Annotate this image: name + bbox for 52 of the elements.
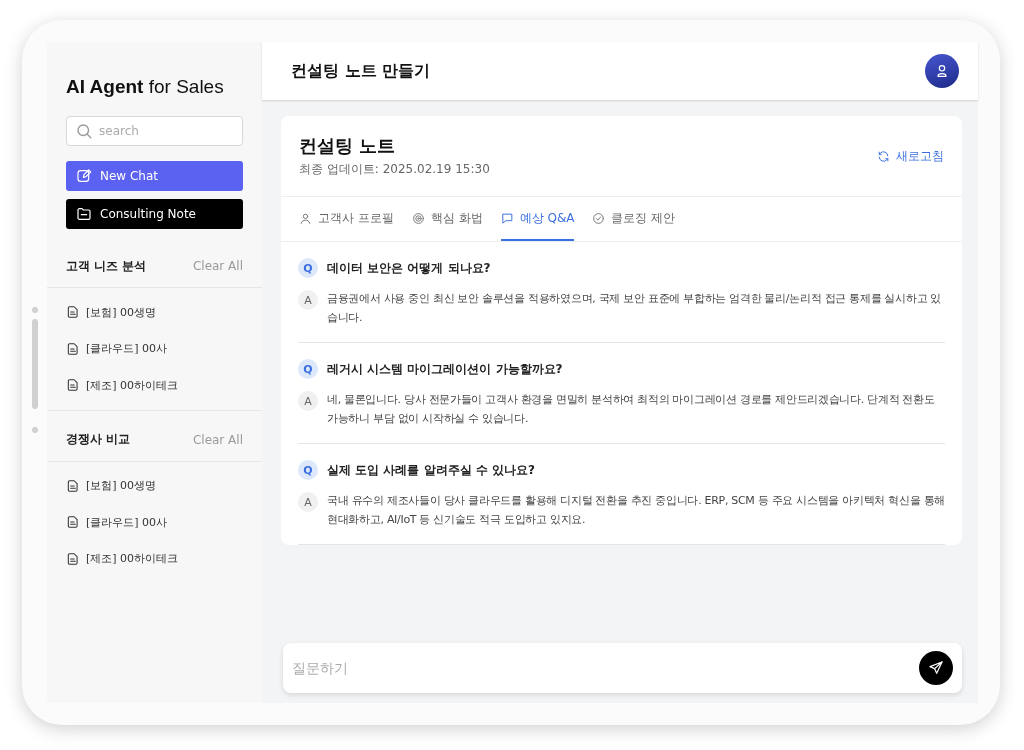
last-updated: 최종 업데이트: 2025.02.19 15:30 bbox=[299, 161, 490, 178]
answer-badge: A bbox=[298, 492, 318, 512]
person-icon bbox=[934, 63, 950, 79]
consulting-note-button[interactable]: Consulting Note bbox=[66, 199, 243, 229]
document-icon bbox=[66, 478, 80, 493]
chat-bubble-icon bbox=[500, 211, 514, 225]
app-title: AI Agent for Sales bbox=[66, 76, 225, 98]
history-item[interactable]: [보험] 00생명 bbox=[47, 467, 262, 504]
tab[interactable]: 핵심 화법 bbox=[411, 197, 483, 241]
target-icon bbox=[411, 211, 425, 225]
history-item[interactable]: [제조] 00하이테크 bbox=[47, 540, 262, 577]
answer-text: 네, 물론입니다. 당사 전문가들이 고객사 환경을 면밀히 분석하여 최적의 마이그레이션 경로를 제안드리겠습니다. 단계적 전환도 가능하니 부담 없이 시작하실 수 있습니다. bbox=[327, 392, 936, 427]
document-icon bbox=[66, 515, 80, 530]
question-badge: Q bbox=[298, 460, 318, 480]
search-field[interactable]: search bbox=[66, 116, 243, 146]
document-icon bbox=[66, 305, 80, 320]
answer-badge: A bbox=[298, 290, 318, 310]
history-item[interactable]: [클라우드] 00사 bbox=[47, 330, 262, 367]
question-text: 실제 도입 사례를 알려주실 수 있나요? bbox=[327, 462, 535, 479]
avatar-button[interactable] bbox=[925, 54, 959, 88]
send-button[interactable] bbox=[919, 651, 953, 685]
tab[interactable]: 클로징 제안 bbox=[592, 197, 676, 241]
tab[interactable]: 예상 Q&A bbox=[500, 197, 575, 241]
history-item[interactable]: [보험] 00생명 bbox=[47, 294, 262, 331]
person-icon bbox=[299, 211, 312, 225]
new-chat-button[interactable]: New Chat bbox=[66, 161, 243, 191]
edit-icon bbox=[76, 168, 92, 184]
scroll-dot bbox=[32, 307, 38, 313]
answer-badge: A bbox=[298, 391, 318, 411]
document-icon bbox=[66, 378, 80, 393]
question-text: 레거시 시스템 마이그레이션이 가능할까요? bbox=[327, 361, 563, 378]
refresh-icon bbox=[877, 149, 890, 163]
history-item[interactable]: [클라우드] 00사 bbox=[47, 504, 262, 541]
send-icon bbox=[928, 660, 944, 676]
answer-text: 금융권에서 사용 중인 최신 보안 솔루션을 적용하였으며, 국제 보안 표준에 부합하는 엄격한 물리/논리적 접근 통제를 실시하고 있습니다. bbox=[327, 291, 943, 326]
question-text: 데이터 보안은 어떻게 되나요? bbox=[327, 260, 491, 277]
refresh-button[interactable]: 새로고침 bbox=[877, 147, 944, 165]
history-item[interactable]: [제조] 00하이테크 bbox=[47, 367, 262, 404]
question-badge: Q bbox=[298, 258, 318, 278]
document-icon bbox=[66, 551, 80, 566]
check-circle-icon bbox=[592, 211, 606, 225]
section-title: 경쟁사 비교 bbox=[66, 431, 131, 448]
question-badge: Q bbox=[298, 359, 318, 379]
note-title: 컨설팅 노트 bbox=[299, 134, 397, 158]
tab[interactable]: 고객사 프로필 bbox=[299, 197, 394, 241]
section-title: 고객 니즈 분석 bbox=[66, 257, 147, 275]
folder-icon bbox=[76, 206, 92, 222]
scroll-dot bbox=[32, 427, 38, 433]
scrollbar-thumb[interactable] bbox=[32, 319, 38, 409]
answer-text: 국내 유수의 제조사들이 당사 클라우드를 활용해 디지털 전환을 추진 중입니다. ERP, SCM 등 주요 시스템을 아키텍처 혁신을 통해 현대화하고, AI/IoT 등 신기술도 적극 도입하고 있지요. bbox=[327, 493, 945, 528]
page-title: 컨설팅 노트 만들기 bbox=[291, 60, 431, 82]
document-icon bbox=[66, 341, 80, 356]
